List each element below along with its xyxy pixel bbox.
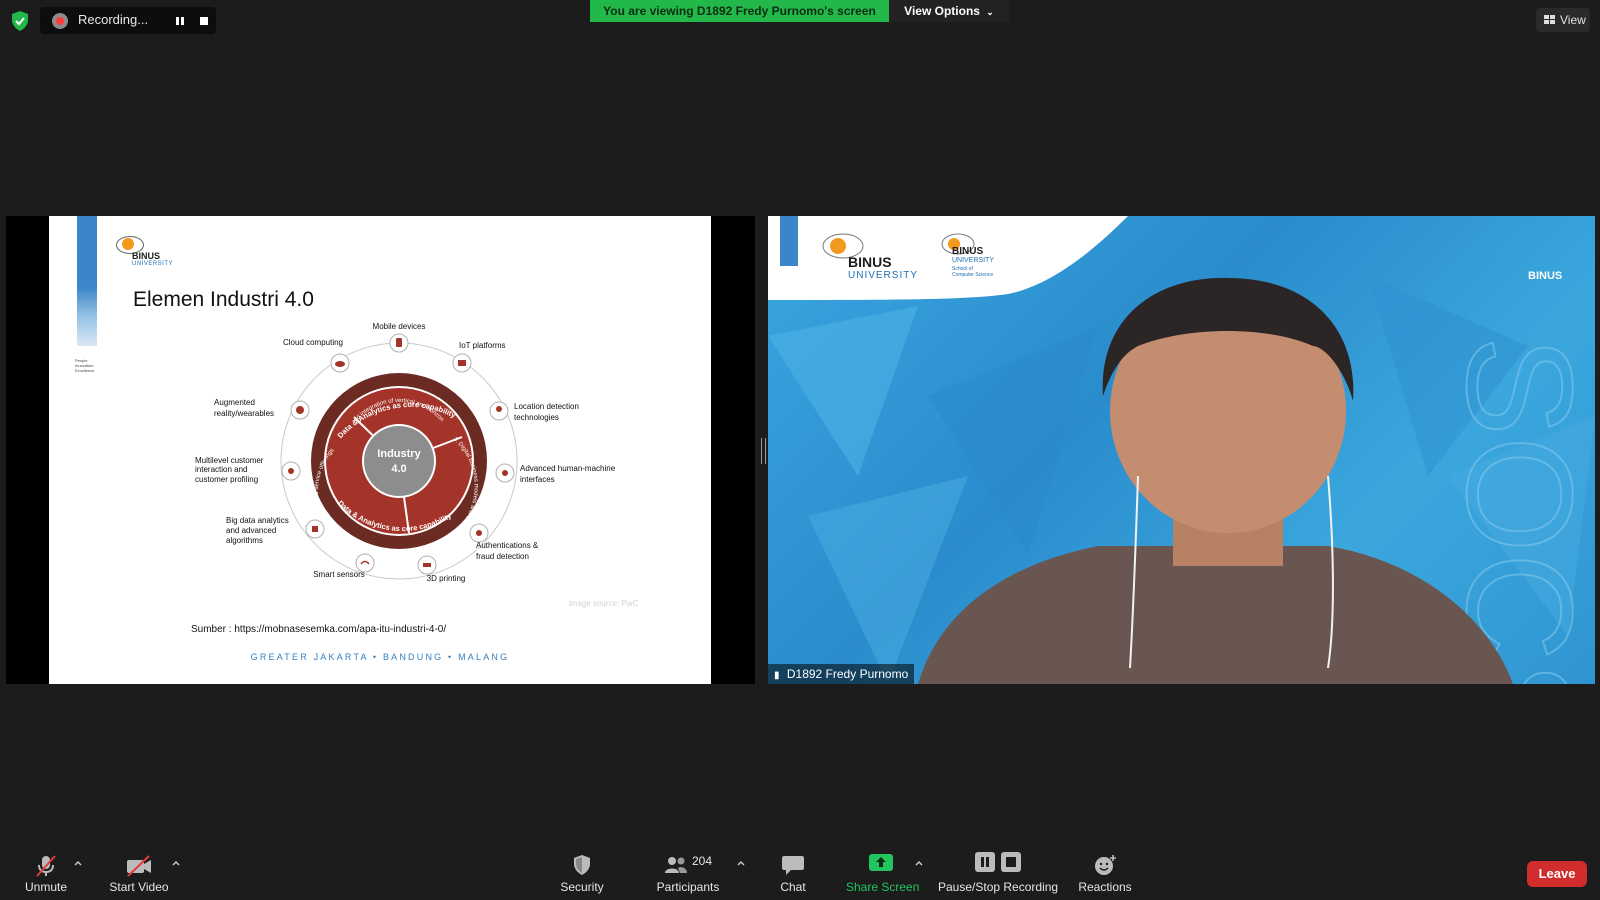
label-smart-sensors: Smart sensors <box>313 570 365 579</box>
label-location-1: Location detection <box>514 402 579 411</box>
label-auth-1: Authentications & <box>476 541 539 550</box>
person-shirt <box>918 546 1513 684</box>
recording-indicator: Recording... <box>40 7 216 34</box>
label-location-2: technologies <box>514 413 559 422</box>
share-options-caret-icon[interactable] <box>914 858 924 868</box>
viewing-banner: You are viewing D1892 Fredy Purnomo's sc… <box>590 0 889 22</box>
industry-diagram: Industry 4.0 Data & Analytics as core ca… <box>179 321 616 583</box>
leave-button[interactable]: Leave <box>1527 861 1587 887</box>
shared-screen[interactable]: People Innovation Excellence BINUS UNIVE… <box>6 216 755 684</box>
split-view-handle[interactable] <box>761 438 766 464</box>
video-logo-word: BINUS <box>848 254 892 270</box>
video-logo-sub: UNIVERSITY <box>848 270 919 281</box>
slide: People Innovation Excellence BINUS UNIVE… <box>49 216 711 684</box>
binus-logo-sub: UNIVERSITY <box>132 261 174 267</box>
label-multilevel-1: Multilevel customer <box>195 456 264 465</box>
slide-source: Sumber : https://mobnasesemka.com/apa-it… <box>191 624 447 635</box>
participant-video[interactable]: SOCS BINUS UNIVERSITY BINUS UNIVERSITY S… <box>768 216 1595 684</box>
video-banner <box>768 216 1128 300</box>
label-bigdata-1: Big data analytics <box>226 516 289 525</box>
signal-icon: ▮ <box>774 670 780 681</box>
chat-icon <box>782 856 804 875</box>
microphone-muted-icon <box>36 855 56 877</box>
label-auth-2: fraud detection <box>476 552 529 561</box>
share-screen-button[interactable]: Share Screen <box>846 848 920 900</box>
corner-binus-logo: BINUS <box>1528 270 1563 282</box>
diagram-center <box>364 426 434 496</box>
video-logo2-sub: UNIVERSITY <box>952 257 995 264</box>
grid-icon <box>1544 15 1555 24</box>
chevron-down-icon: ⌄ <box>986 7 994 17</box>
chat-label: Chat <box>780 880 806 894</box>
security-label: Security <box>560 880 604 894</box>
pause-stop-label: Pause/Stop Recording <box>938 880 1059 894</box>
share-screen-label: Share Screen <box>846 880 920 894</box>
participants-icon <box>665 857 687 873</box>
diagram-center-line2: 4.0 <box>391 463 406 475</box>
video-options-caret-icon[interactable] <box>171 858 181 868</box>
slide-footer: GREATER JAKARTA • BANDUNG • MALANG <box>250 652 510 662</box>
unmute-button[interactable]: Unmute <box>12 848 80 900</box>
security-shield-icon <box>574 855 590 875</box>
view-label: View <box>1560 13 1586 27</box>
chat-button[interactable]: Chat <box>766 848 820 900</box>
view-options-label: View Options <box>904 4 980 18</box>
label-multilevel-2: interaction and <box>195 465 247 474</box>
recording-label: Recording... <box>78 12 149 27</box>
share-screen-icon <box>869 854 893 871</box>
participant-count: 204 <box>692 854 713 868</box>
video-logo2-word: BINUS <box>952 246 984 257</box>
stop-recording-icon[interactable] <box>196 13 212 29</box>
binus-logo-word: BINUS <box>132 251 161 261</box>
pause-stop-recording-button[interactable]: Pause/Stop Recording <box>938 848 1058 900</box>
pause-stop-icon <box>975 852 1021 872</box>
start-video-button[interactable]: Start Video <box>104 848 174 900</box>
label-iot-platforms: IoT platforms <box>459 341 506 350</box>
image-credit: image source: PwC <box>569 599 639 608</box>
label-bigdata-2: and advanced <box>226 526 276 535</box>
participant-name-tag: ▮ D1892 Fredy Purnomo <box>768 664 915 684</box>
security-button[interactable]: Security <box>552 848 612 900</box>
label-cloud-computing: Cloud computing <box>283 338 343 347</box>
slide-side-stripe <box>77 216 97 346</box>
label-bigdata-3: algorithms <box>226 536 263 545</box>
label-mobile-devices: Mobile devices <box>373 322 426 331</box>
label-3d-printing: 3D printing <box>427 574 466 583</box>
reactions-label: Reactions <box>1078 880 1132 894</box>
recording-icon <box>52 13 68 29</box>
label-multilevel-3: customer profiling <box>195 475 258 484</box>
label-ar-2: reality/wearables <box>214 409 274 418</box>
participants-caret-icon[interactable] <box>736 858 746 868</box>
audio-options-caret-icon[interactable] <box>73 858 83 868</box>
diagram-center-line1: Industry <box>377 448 421 460</box>
start-video-label: Start Video <box>109 880 169 894</box>
participants-button[interactable]: 204 Participants <box>650 848 726 900</box>
unmute-label: Unmute <box>24 880 68 894</box>
view-options-button[interactable]: View Options ⌄ <box>889 0 1009 22</box>
label-ar-1: Augmented <box>214 398 255 407</box>
label-hmi-1: Advanced human-machine <box>520 464 616 473</box>
participants-label: Participants <box>656 880 720 894</box>
video-logo2-school-2: Computer Science <box>952 272 994 278</box>
binus-logo: BINUS UNIVERSITY <box>112 230 182 274</box>
view-button[interactable]: View <box>1536 8 1590 32</box>
pause-recording-icon[interactable] <box>172 13 188 29</box>
participant-name: D1892 Fredy Purnomo <box>786 667 909 681</box>
reactions-smiley-icon <box>1095 855 1116 875</box>
shield-icon[interactable] <box>10 10 30 32</box>
label-hmi-2: interfaces <box>520 475 555 484</box>
reactions-button[interactable]: Reactions <box>1072 848 1138 900</box>
video-camera-off-icon <box>127 855 151 877</box>
slide-title: Elemen Industri 4.0 <box>133 288 314 311</box>
slide-tagline: People Innovation Excellence <box>75 358 95 373</box>
